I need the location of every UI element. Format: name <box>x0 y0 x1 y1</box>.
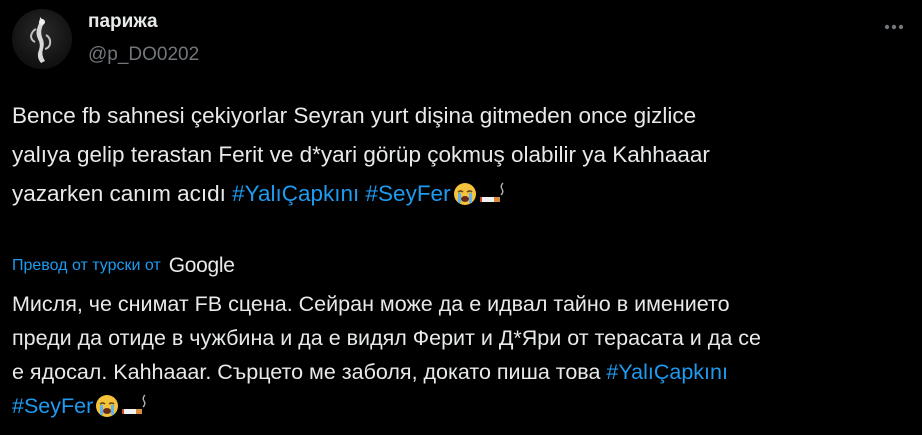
loudly-crying-face-icon <box>453 179 477 218</box>
translated-line: Мисля, че снимат FB сцена. Сейран може д… <box>12 292 730 316</box>
tweet-line: yalıya gelip terastan Ferit ve d*yari gö… <box>12 142 710 167</box>
translated-line: #SeyFer <box>12 389 912 428</box>
translation-attribution: Превод от турски от Google <box>12 254 235 278</box>
hashtag-link[interactable]: #SeyFer <box>366 181 451 206</box>
google-logo: Google <box>168 254 235 277</box>
hashtag-link[interactable]: #YalıÇapkını <box>232 181 359 206</box>
translated-line-text: е ядосал. Kahhaaar. Сърцето ме заболя, д… <box>12 360 607 384</box>
translation-label[interactable]: Превод от турски от <box>12 254 161 278</box>
author-display-name[interactable]: парижа <box>88 9 158 35</box>
author-handle[interactable]: @p_DO0202 <box>88 42 199 68</box>
cigarette-icon <box>121 394 149 428</box>
tweet-line: Bence fb sahnesi çekiyorlar Seyran yurt … <box>12 103 697 128</box>
cigarette-icon <box>479 179 507 218</box>
ellipsis-icon <box>884 24 904 30</box>
tweet-line-text: yazarken canım acıdı <box>12 181 233 206</box>
hashtag-link[interactable]: #YalıÇapkını <box>606 360 728 384</box>
tweet-text: Bence fb sahnesi çekiyorlar Seyran yurt … <box>12 96 892 218</box>
translated-line: преди да отиде в чужбина и да е видял Фе… <box>12 326 761 350</box>
translated-text: Мисля, че снимат FB сцена. Сейран може д… <box>12 287 912 428</box>
loudly-crying-face-icon <box>95 394 119 428</box>
tweet-line: yazarken canım acıdı #YalıÇapkını #SeyFe… <box>12 174 892 218</box>
avatar-image <box>29 17 52 63</box>
hashtag-link[interactable]: #SeyFer <box>12 394 93 418</box>
more-options-button[interactable] <box>876 12 912 42</box>
avatar[interactable] <box>12 9 72 69</box>
translated-line: е ядосал. Kahhaaar. Сърцето ме заболя, д… <box>12 355 912 389</box>
